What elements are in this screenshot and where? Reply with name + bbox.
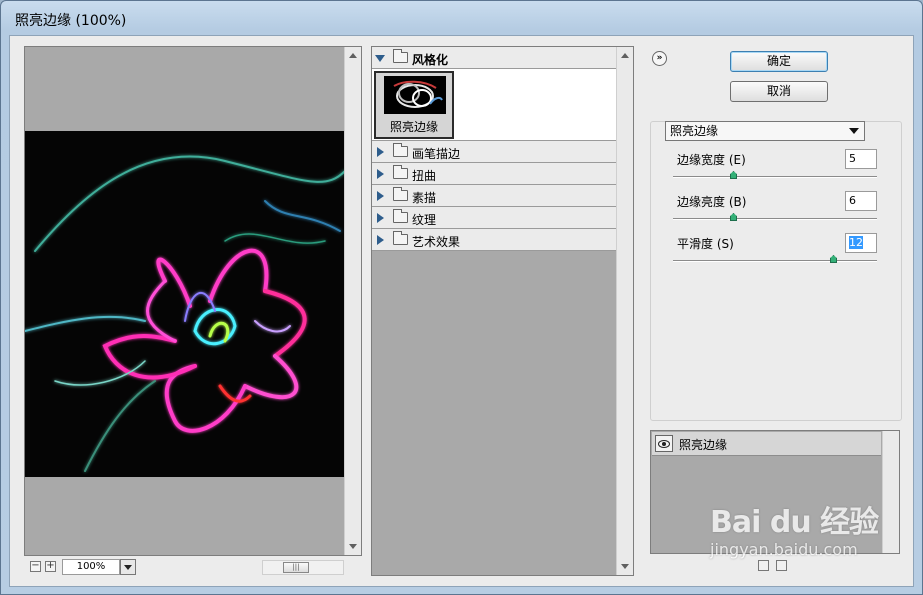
filter-gallery-window: 照亮边缘 (100%) − + 100% ||| 风格化 照亮边缘 画笔描边 扭… — [0, 0, 923, 595]
filter-select-dropdown[interactable]: 照亮边缘 — [665, 121, 865, 141]
folder-icon — [393, 231, 408, 245]
watermark-brand: Bai du 经验 — [710, 505, 879, 540]
expand-triangle-icon[interactable] — [375, 55, 385, 62]
smoothness-slider[interactable] — [673, 255, 877, 263]
smoothness-label: 平滑度 (S) — [677, 237, 734, 251]
zoom-bar: − + 100% ||| — [24, 558, 362, 576]
folder-icon — [393, 49, 408, 63]
filter-group-label: 风格化 — [412, 53, 449, 67]
edge-brightness-label: 边缘亮度 (B) — [677, 195, 747, 209]
smoothness-input[interactable]: 12 — [845, 233, 877, 253]
filter-thumbnails: 照亮边缘 — [372, 69, 618, 141]
collapsed-triangle-icon[interactable] — [377, 213, 384, 223]
folder-icon — [393, 165, 408, 179]
smoothness-value: 12 — [849, 236, 863, 249]
filter-group-brush-strokes[interactable]: 画笔描边 — [372, 141, 618, 163]
edge-width-label: 边缘宽度 (E) — [677, 153, 746, 167]
watermark-url: jingyan.baidu.com — [710, 540, 858, 559]
scroll-down-arrow-icon[interactable] — [621, 564, 629, 569]
folder-icon — [393, 143, 408, 157]
collapsed-triangle-icon[interactable] — [377, 191, 384, 201]
zoom-in-button[interactable]: + — [45, 561, 56, 572]
scroll-up-arrow-icon[interactable] — [621, 53, 629, 58]
filter-group-stylize[interactable]: 风格化 — [372, 47, 618, 69]
filter-thumbnail-image — [384, 76, 446, 114]
collapse-panel-button[interactable]: » — [652, 51, 667, 66]
filter-group-texture[interactable]: 纹理 — [372, 207, 618, 229]
collapsed-triangle-icon[interactable] — [377, 147, 384, 157]
slider-knob[interactable] — [730, 213, 737, 221]
filter-category-panel: 风格化 照亮边缘 画笔描边 扭曲 素描 纹理 艺术效果 — [371, 46, 634, 576]
edge-brightness-input[interactable]: 6 — [845, 191, 877, 211]
edge-brightness-slider[interactable] — [673, 213, 877, 221]
filter-group-label: 扭曲 — [412, 169, 437, 183]
preview-vertical-scrollbar[interactable] — [344, 47, 361, 555]
effect-layer-row[interactable]: 照亮边缘 — [652, 432, 881, 456]
filter-group-label: 素描 — [412, 191, 437, 205]
preview-image — [25, 131, 345, 477]
window-title: 照亮边缘 (100%) — [15, 13, 127, 29]
filter-thumbnail-label: 照亮边缘 — [389, 120, 438, 134]
slider-knob[interactable] — [730, 171, 737, 179]
filter-group-artistic[interactable]: 艺术效果 — [372, 229, 618, 251]
edge-width-input[interactable]: 5 — [845, 149, 877, 169]
ok-button[interactable]: 确定 — [730, 51, 828, 72]
baidu-jingyan-watermark: Bai du 经验 jingyan.baidu.com — [704, 494, 904, 574]
zoom-level[interactable]: 100% — [62, 559, 120, 575]
filter-thumbnail-glowing-edges[interactable]: 照亮边缘 — [374, 71, 454, 139]
collapsed-triangle-icon[interactable] — [377, 235, 384, 245]
filter-group-label: 纹理 — [412, 213, 437, 227]
filter-list-scrollbar[interactable] — [616, 47, 633, 575]
edge-width-slider[interactable] — [673, 171, 877, 179]
zoom-out-button[interactable]: − — [30, 561, 41, 572]
filter-settings-panel: 照亮边缘 边缘宽度 (E) 5 边缘亮度 (B) 6 平滑度 (S) 12 — [650, 121, 902, 421]
zoom-dropdown-button[interactable] — [120, 559, 136, 575]
eye-visibility-icon[interactable] — [655, 435, 673, 452]
preview-panel[interactable] — [24, 46, 362, 556]
collapsed-triangle-icon[interactable] — [377, 169, 384, 179]
preview-horizontal-scrollbar[interactable]: ||| — [262, 560, 344, 575]
slider-knob[interactable] — [830, 255, 837, 263]
filter-group-distort[interactable]: 扭曲 — [372, 163, 618, 185]
cancel-button[interactable]: 取消 — [730, 81, 828, 102]
effect-layer-label: 照亮边缘 — [679, 438, 728, 452]
folder-icon — [393, 209, 408, 223]
title-bar[interactable]: 照亮边缘 (100%) — [1, 1, 922, 35]
filter-group-sketch[interactable]: 素描 — [372, 185, 618, 207]
filter-list: 风格化 照亮边缘 画笔描边 扭曲 素描 纹理 艺术效果 — [372, 47, 618, 251]
scroll-down-arrow-icon[interactable] — [349, 544, 357, 549]
scroll-up-arrow-icon[interactable] — [349, 53, 357, 58]
filter-group-label: 艺术效果 — [412, 235, 461, 249]
folder-icon — [393, 187, 408, 201]
scroll-thumb[interactable]: ||| — [283, 562, 309, 573]
filter-group-label: 画笔描边 — [412, 147, 461, 161]
